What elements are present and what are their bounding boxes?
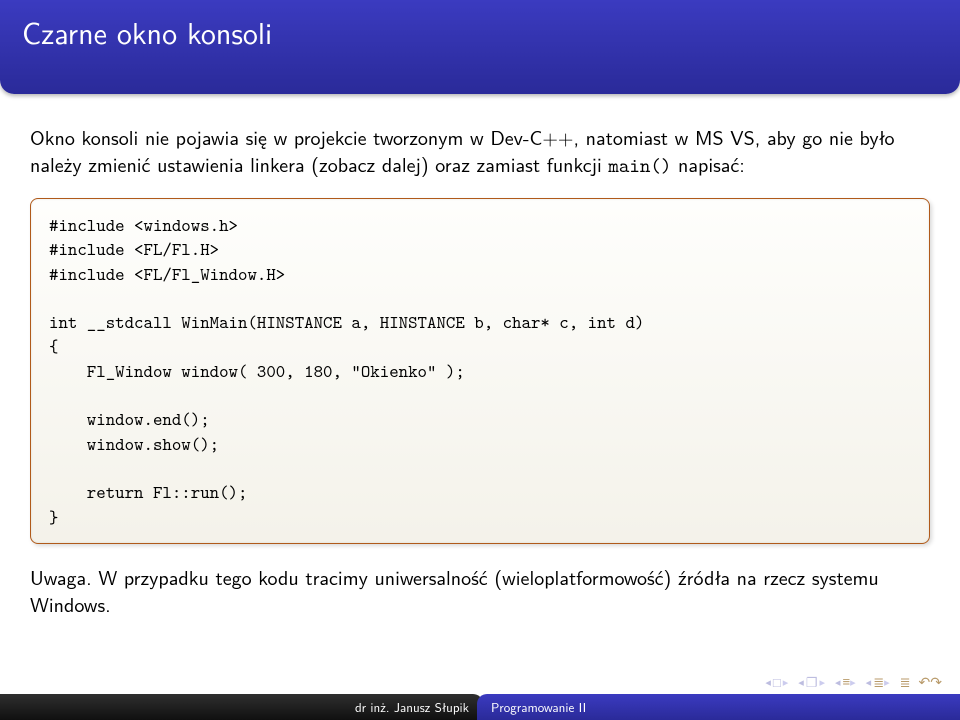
code-block: #include <windows.h> #include <FL/Fl.H> …	[30, 198, 930, 544]
nav-frame-icon[interactable]: ◂❐▸	[798, 673, 825, 692]
slide-content: Okno konsoli nie pojawia się w projekcie…	[0, 124, 960, 618]
footer-course: Programowanie II	[477, 694, 960, 720]
note-paragraph: Uwaga. W przypadku tego kodu tracimy uni…	[30, 564, 930, 618]
nav-doc-icon[interactable]: ≣	[900, 673, 909, 692]
nav-section-icon[interactable]: ◂≣▸	[866, 673, 890, 692]
footer: dr inż. Janusz Słupik Programowanie II	[0, 694, 960, 720]
intro-text-a: Okno konsoli nie pojawia się w projekcie…	[30, 123, 894, 179]
beamer-nav-symbols: ◂□▸ ◂❐▸ ◂≡▸ ◂≣▸ ≣ ↶↷	[765, 672, 942, 692]
nav-subsection-icon[interactable]: ◂≡▸	[835, 673, 856, 692]
course-text: Programowanie II	[491, 698, 586, 717]
intro-code: main()	[608, 153, 671, 179]
nav-slide-icon[interactable]: ◂□▸	[765, 673, 788, 692]
title-text: Czarne okno konsoli	[22, 10, 272, 54]
slide-title: Czarne okno konsoli	[0, 0, 960, 94]
intro-text-b: napisać:	[671, 150, 744, 179]
nav-back-forward-icon[interactable]: ↶↷	[919, 672, 942, 692]
slide: Czarne okno konsoli Okno konsoli nie poj…	[0, 0, 960, 720]
intro-paragraph: Okno konsoli nie pojawia się w projekcie…	[30, 124, 930, 180]
author-text: dr inż. Janusz Słupik	[355, 698, 469, 717]
footer-author: dr inż. Janusz Słupik	[0, 694, 483, 720]
